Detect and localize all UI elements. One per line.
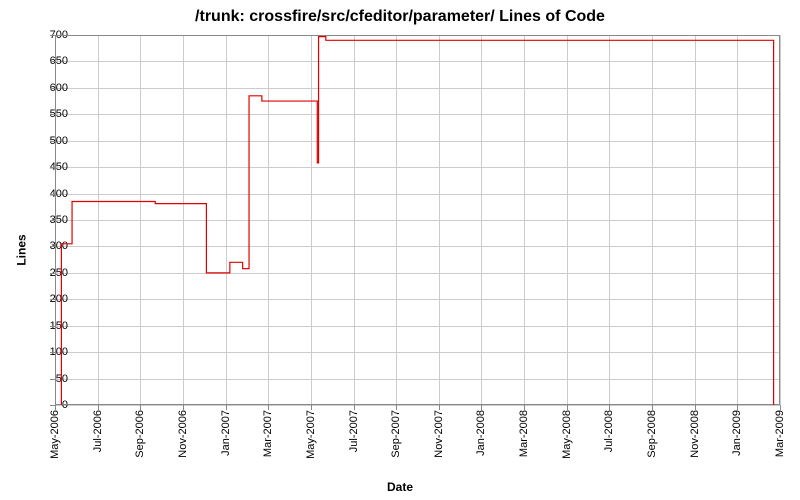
series-line <box>61 37 773 405</box>
chart-title: /trunk: crossfire/src/cfeditor/parameter… <box>0 8 800 26</box>
x-tick-label: Jan-2007 <box>220 410 232 456</box>
y-axis-label: Lines <box>15 234 29 265</box>
loc-chart: /trunk: crossfire/src/cfeditor/parameter… <box>0 0 800 500</box>
x-tick-label: Nov-2007 <box>433 410 445 458</box>
x-tick-label: Mar-2009 <box>774 410 786 457</box>
x-tick-label: May-2007 <box>305 410 317 459</box>
x-tick-label: Jul-2006 <box>92 410 104 452</box>
x-tick-label: May-2006 <box>49 410 61 459</box>
x-tick-label: Sep-2006 <box>134 410 146 458</box>
x-tick-label: Mar-2007 <box>262 410 274 457</box>
x-tick-label: Nov-2006 <box>177 410 189 458</box>
series-svg <box>55 35 780 405</box>
grid-h <box>55 405 780 406</box>
x-tick-label: Sep-2008 <box>646 410 658 458</box>
x-tick-label: May-2008 <box>561 410 573 459</box>
x-tick-label: Jan-2008 <box>475 410 487 456</box>
x-tick-label: Mar-2008 <box>518 410 530 457</box>
x-tick-label: Jul-2007 <box>348 410 360 452</box>
x-tick-label: Jul-2008 <box>603 410 615 452</box>
x-axis-label: Date <box>0 480 800 494</box>
x-tick-label: Jan-2009 <box>731 410 743 456</box>
grid-v <box>780 35 781 405</box>
x-tick-label: Nov-2008 <box>689 410 701 458</box>
x-tick-label: Sep-2007 <box>390 410 402 458</box>
